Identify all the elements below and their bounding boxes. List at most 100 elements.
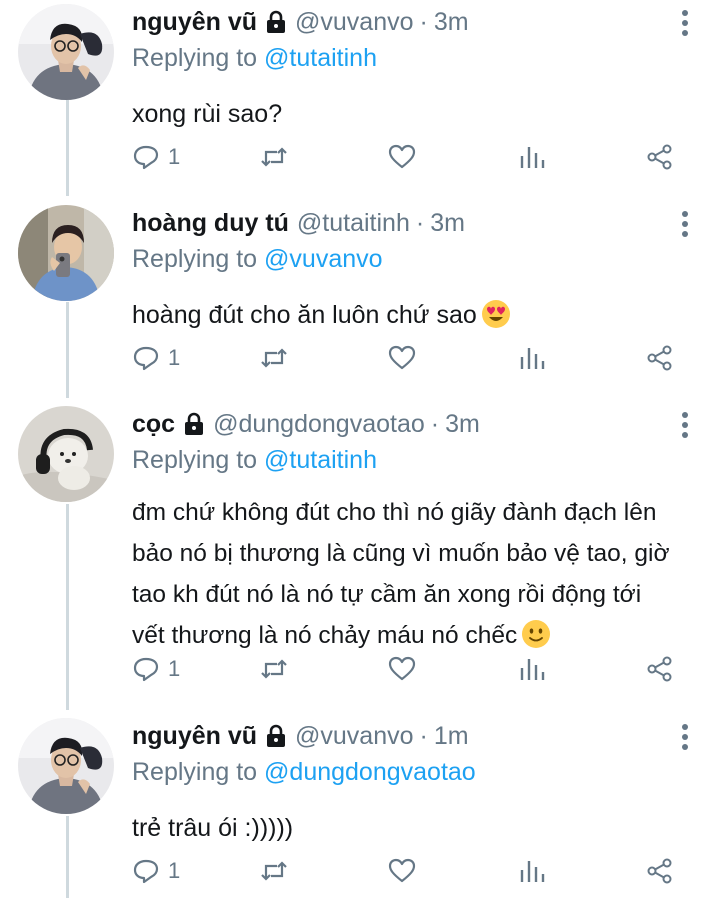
like-button[interactable] bbox=[388, 143, 416, 171]
analytics-button[interactable] bbox=[518, 655, 546, 683]
more-options-icon[interactable] bbox=[672, 724, 698, 754]
replying-to-line: Replying to @dungdongvaotao bbox=[132, 756, 700, 788]
heart-eyes-emoji bbox=[481, 300, 510, 328]
avatar[interactable] bbox=[18, 406, 114, 502]
analytics-icon bbox=[520, 861, 545, 882]
separator: · bbox=[419, 721, 428, 750]
share-button[interactable] bbox=[646, 344, 674, 372]
tweet-text: xong rùi sao? bbox=[132, 100, 283, 128]
slight-smile-emoji bbox=[522, 620, 551, 648]
timestamp[interactable]: 3m bbox=[445, 410, 480, 439]
reply-button[interactable]: 1 bbox=[132, 143, 180, 171]
replying-label: Replying to bbox=[132, 245, 258, 273]
username[interactable]: @tutaitinh bbox=[297, 209, 410, 238]
avatar[interactable] bbox=[18, 718, 114, 814]
timestamp[interactable]: 1m bbox=[434, 722, 469, 751]
replying-to-line: Replying to @tutaitinh bbox=[132, 42, 700, 74]
reply-button[interactable]: 1 bbox=[132, 655, 180, 683]
heart-icon bbox=[388, 858, 416, 883]
mention-link[interactable]: @dungdongvaotao bbox=[264, 758, 476, 786]
replying-label: Replying to bbox=[132, 758, 258, 786]
share-button[interactable] bbox=[646, 857, 674, 885]
analytics-button[interactable] bbox=[518, 143, 546, 171]
share-icon bbox=[647, 144, 672, 170]
reply-count: 1 bbox=[168, 345, 181, 370]
timestamp[interactable]: 3m bbox=[434, 8, 469, 37]
tweet-text: trẻ trâu ói :))))) bbox=[132, 814, 294, 842]
retweet-icon bbox=[261, 348, 287, 368]
retweet-icon bbox=[261, 861, 287, 881]
retweet-icon bbox=[261, 659, 287, 679]
tweet-text-line: đm chứ không đút cho thì nó giãy đành đạ… bbox=[132, 499, 657, 526]
mention-link[interactable]: @tutaitinh bbox=[264, 44, 377, 72]
reply-count: 1 bbox=[168, 858, 181, 883]
more-options-icon[interactable] bbox=[672, 412, 698, 442]
tweet[interactable]: nguyên vũ @vuvanvo · 1m Replying to @dun… bbox=[0, 718, 720, 898]
tweet-text-container: hoàng đút cho ăn luôn chứ sao bbox=[132, 295, 700, 336]
username[interactable]: @dungdongvaotao bbox=[213, 410, 425, 439]
separator: · bbox=[430, 409, 440, 438]
tweet-text-line: vết thương là nó chảy máu nó chếc bbox=[132, 622, 518, 649]
tweet-text-line: bảo nó bị thương là cũng vì muốn bảo vệ … bbox=[132, 540, 670, 567]
tweet-text-line: tao kh đút nó là nó tự cầm ăn xong rồi đ… bbox=[132, 581, 642, 608]
tweet[interactable]: cọc @dungdongvaotao · 3m Replying to @tu… bbox=[0, 406, 720, 712]
lock-icon bbox=[267, 10, 286, 33]
reply-icon bbox=[133, 859, 159, 884]
avatar[interactable] bbox=[18, 4, 114, 100]
lock-icon bbox=[267, 724, 286, 747]
reply-button[interactable]: 1 bbox=[132, 857, 180, 885]
tweet-actions: 1 bbox=[132, 854, 692, 888]
retweet-button[interactable] bbox=[260, 857, 288, 885]
like-button[interactable] bbox=[388, 655, 416, 683]
reply-icon bbox=[133, 346, 159, 371]
like-button[interactable] bbox=[388, 857, 416, 885]
reply-icon bbox=[133, 145, 159, 170]
tweet-actions: 1 bbox=[132, 140, 692, 174]
mention-link[interactable]: @tutaitinh bbox=[264, 446, 377, 474]
more-options-icon[interactable] bbox=[672, 211, 698, 241]
display-name[interactable]: hoàng duy tú bbox=[132, 209, 289, 238]
replying-to-line: Replying to @tutaitinh bbox=[132, 444, 700, 476]
replying-label: Replying to bbox=[132, 44, 258, 72]
like-button[interactable] bbox=[388, 344, 416, 372]
more-options-icon[interactable] bbox=[672, 10, 698, 40]
replying-label: Replying to bbox=[132, 446, 258, 474]
retweet-button[interactable] bbox=[260, 655, 288, 683]
heart-icon bbox=[388, 144, 416, 169]
avatar[interactable] bbox=[18, 205, 114, 301]
tweet[interactable]: nguyên vũ @vuvanvo · 3m Replying to @tut… bbox=[0, 4, 720, 200]
mention-link[interactable]: @vuvanvo bbox=[264, 245, 383, 273]
share-icon bbox=[647, 858, 672, 884]
share-button[interactable] bbox=[646, 143, 674, 171]
separator: · bbox=[419, 7, 428, 36]
tweet-text: hoàng đút cho ăn luôn chứ sao bbox=[132, 301, 477, 329]
reply-button[interactable]: 1 bbox=[132, 344, 180, 372]
lock-icon bbox=[185, 412, 204, 435]
replying-to-line: Replying to @vuvanvo bbox=[132, 243, 700, 275]
analytics-icon bbox=[520, 147, 545, 168]
share-icon bbox=[647, 345, 672, 371]
username[interactable]: @vuvanvo bbox=[295, 722, 414, 751]
separator: · bbox=[415, 208, 425, 237]
analytics-icon bbox=[520, 348, 545, 369]
tweet[interactable]: hoàng duy tú @tutaitinh · 3m Replying to… bbox=[0, 205, 720, 401]
display-name[interactable]: nguyên vũ bbox=[132, 8, 257, 37]
reply-icon bbox=[133, 657, 159, 682]
tweet-text-container: đm chứ không đút cho thì nó giãy đành đạ… bbox=[132, 492, 700, 656]
share-button[interactable] bbox=[646, 655, 674, 683]
analytics-icon bbox=[520, 659, 545, 680]
analytics-button[interactable] bbox=[518, 344, 546, 372]
tweet-actions: 1 bbox=[132, 341, 692, 375]
retweet-button[interactable] bbox=[260, 143, 288, 171]
timestamp[interactable]: 3m bbox=[430, 209, 465, 238]
display-name[interactable]: cọc bbox=[132, 410, 175, 439]
retweet-button[interactable] bbox=[260, 344, 288, 372]
heart-icon bbox=[388, 345, 416, 370]
heart-icon bbox=[388, 656, 416, 681]
share-icon bbox=[647, 656, 672, 682]
analytics-button[interactable] bbox=[518, 857, 546, 885]
reply-count: 1 bbox=[168, 144, 181, 169]
username[interactable]: @vuvanvo bbox=[295, 8, 414, 37]
retweet-icon bbox=[261, 147, 287, 167]
display-name[interactable]: nguyên vũ bbox=[132, 722, 257, 751]
